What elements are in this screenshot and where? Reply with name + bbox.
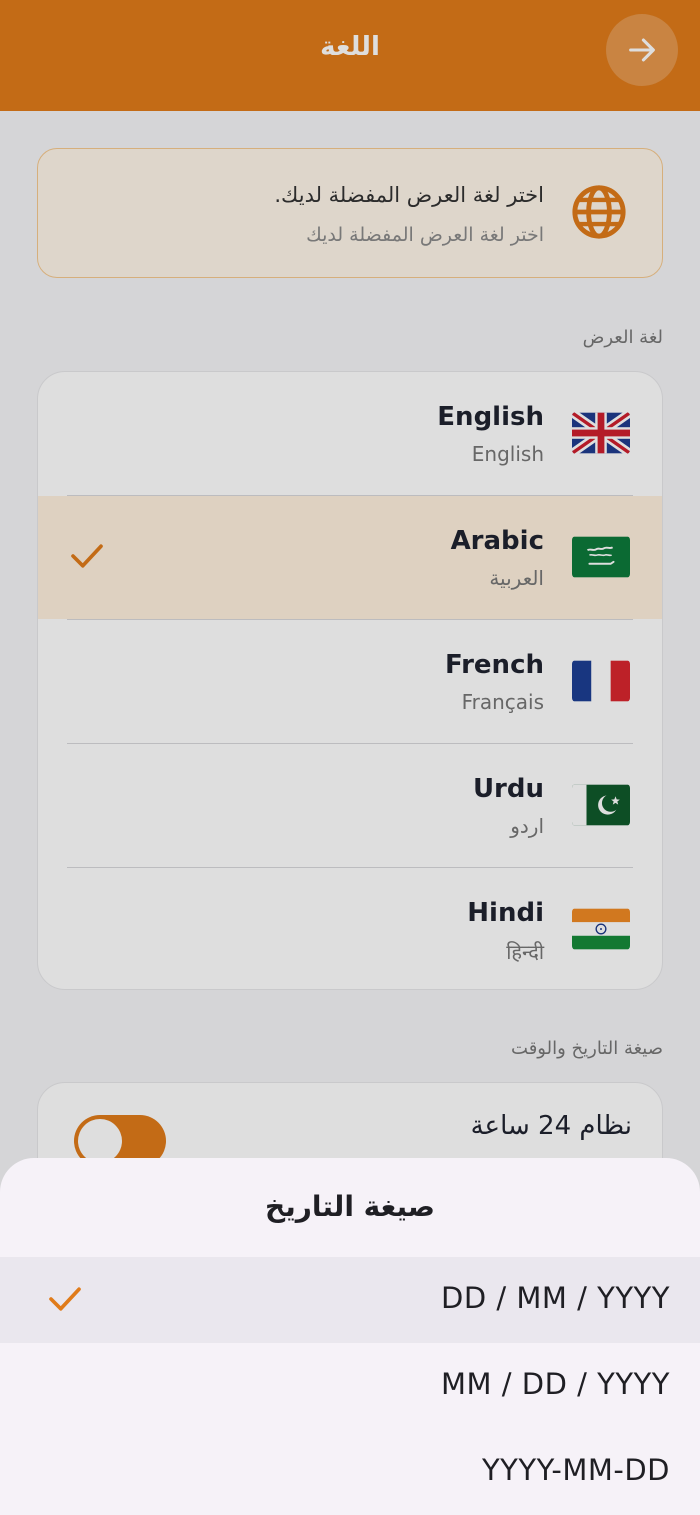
option-label: DD / MM / YYYY xyxy=(441,1281,670,1315)
date-format-sheet: صيغة التاريخ DD / MM / YYYY MM / DD / YY… xyxy=(0,1158,700,1515)
option-label: MM / DD / YYYY xyxy=(441,1367,670,1401)
option-label: YYYY-MM-DD xyxy=(481,1453,670,1487)
sheet-title: صيغة التاريخ xyxy=(265,1190,435,1223)
date-format-option-mm-dd-yyyy[interactable]: MM / DD / YYYY xyxy=(0,1343,700,1429)
date-format-option-dd-mm-yyyy[interactable]: DD / MM / YYYY xyxy=(0,1257,700,1343)
date-format-option-yyyy-mm-dd[interactable]: YYYY-MM-DD xyxy=(0,1429,700,1515)
check-icon xyxy=(49,1287,81,1311)
